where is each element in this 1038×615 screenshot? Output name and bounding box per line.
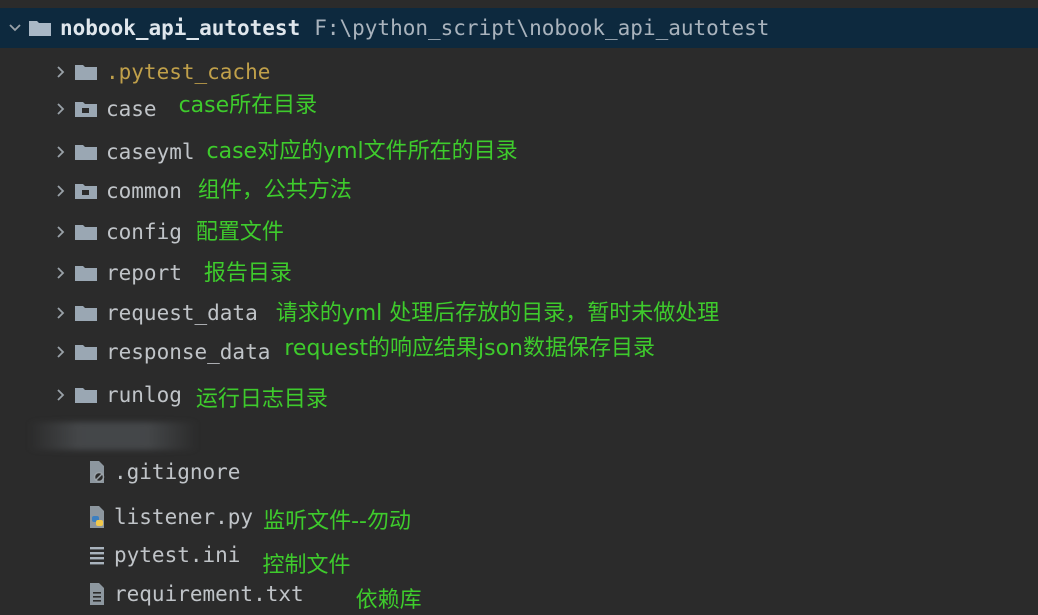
tree-folder-request-data[interactable]: request_data 请求的yml 处理后存放的目录，暂时未做处理: [48, 295, 719, 331]
annotation-note: request的响应结果json数据保存目录: [284, 336, 655, 361]
annotation-note: case所在目录: [178, 93, 318, 118]
tree-folder-response-data[interactable]: response_data request的响应结果json数据保存目录: [48, 334, 655, 370]
file-name: pytest.ini: [114, 543, 241, 567]
folder-name: case: [106, 97, 157, 121]
tree-folder-runlog[interactable]: runlog 运行日志目录: [48, 377, 328, 413]
folder-name: request_data: [106, 301, 258, 325]
annotation-note: 配置文件: [195, 220, 284, 245]
folder-name: report: [106, 261, 182, 285]
tree-file-gitignore[interactable]: .gitignore: [86, 454, 240, 490]
file-name: listener.py: [114, 505, 254, 529]
folder-name: response_data: [106, 340, 271, 364]
folder-icon: [74, 222, 98, 242]
annotation-note: case对应的yml文件所在的目录: [206, 139, 518, 164]
folder-name: runlog: [106, 383, 182, 407]
package-folder-icon: [74, 99, 98, 119]
tree-folder-caseyml[interactable]: caseyml case对应的yml文件所在的目录: [48, 134, 518, 170]
folder-name: .pytest_cache: [106, 60, 271, 84]
tree-file-pytest-ini[interactable]: pytest.ini 控制文件: [86, 537, 350, 578]
chevron-right-icon[interactable]: [48, 225, 74, 239]
folder-icon: [74, 385, 98, 405]
chevron-right-icon[interactable]: [48, 65, 74, 79]
redacted-row: [28, 422, 198, 450]
tree-folder-config[interactable]: config 配置文件: [48, 214, 284, 250]
chevron-right-icon[interactable]: [48, 345, 74, 359]
annotation-note: 运行日志目录: [195, 387, 328, 412]
chevron-right-icon[interactable]: [48, 145, 74, 159]
chevron-right-icon[interactable]: [48, 306, 74, 320]
project-name: nobook_api_autotest: [60, 16, 301, 40]
project-path: F:\python_script\nobook_api_autotest: [314, 16, 770, 40]
project-root-row[interactable]: nobook_api_autotest F:\python_script\nob…: [0, 8, 1038, 48]
folder-name: config: [106, 220, 182, 244]
python-file-icon: [86, 505, 108, 529]
folder-icon: [74, 303, 98, 323]
text-file-icon: [86, 582, 108, 606]
annotation-note: 依赖库: [355, 588, 422, 613]
ini-file-icon: [86, 543, 108, 567]
tree-file-requirement[interactable]: requirement.txt 依赖库: [86, 576, 422, 613]
chevron-right-icon[interactable]: [48, 388, 74, 402]
tree-folder-common[interactable]: common 组件，公共方法: [48, 173, 352, 209]
chevron-down-icon[interactable]: [2, 21, 28, 35]
folder-name: caseyml: [106, 140, 195, 164]
folder-icon: [74, 142, 98, 162]
annotation-note: 请求的yml 处理后存放的目录，暂时未做处理: [275, 301, 720, 326]
folder-icon: [74, 62, 98, 82]
folder-icon: [74, 342, 98, 362]
tree-folder-report[interactable]: report 报告目录: [48, 255, 292, 291]
tree-file-listener[interactable]: listener.py 监听文件--勿动: [86, 499, 411, 535]
annotation-note: 报告目录: [203, 261, 292, 286]
annotation-note: 组件，公共方法: [197, 178, 352, 203]
file-name: .gitignore: [114, 460, 241, 484]
folder-icon: [74, 263, 98, 283]
package-folder-icon: [74, 181, 98, 201]
chevron-right-icon[interactable]: [48, 266, 74, 280]
gitignore-file-icon: [86, 460, 108, 484]
tree-folder-pytest-cache[interactable]: .pytest_cache: [48, 54, 270, 90]
folder-name: common: [106, 179, 182, 203]
annotation-note: 监听文件--勿动: [263, 509, 411, 534]
file-name: requirement.txt: [114, 582, 304, 606]
folder-icon: [28, 18, 52, 38]
chevron-right-icon[interactable]: [48, 184, 74, 198]
chevron-right-icon[interactable]: [48, 102, 74, 116]
annotation-note: 控制文件: [262, 553, 351, 578]
tree-folder-case[interactable]: case case所在目录: [48, 91, 317, 127]
